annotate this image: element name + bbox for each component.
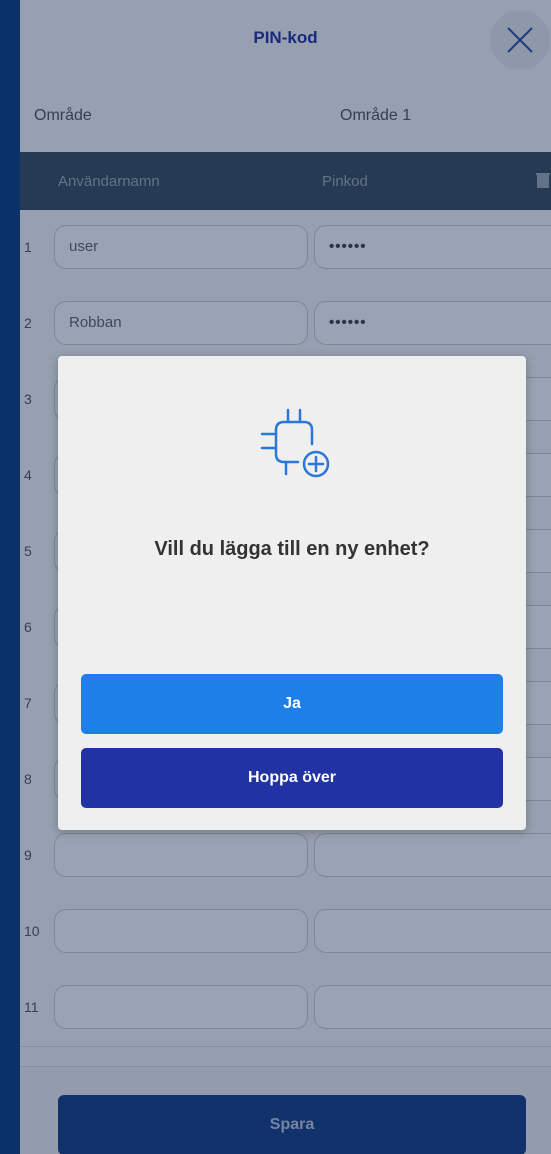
add-device-dialog: Vill du lägga till en ny enhet? Ja Hoppa… [58,356,526,830]
skip-button[interactable]: Hoppa över [81,748,503,808]
dialog-question: Vill du lägga till en ny enhet? [154,538,430,560]
yes-button[interactable]: Ja [81,674,503,734]
add-device-icon [260,408,330,478]
